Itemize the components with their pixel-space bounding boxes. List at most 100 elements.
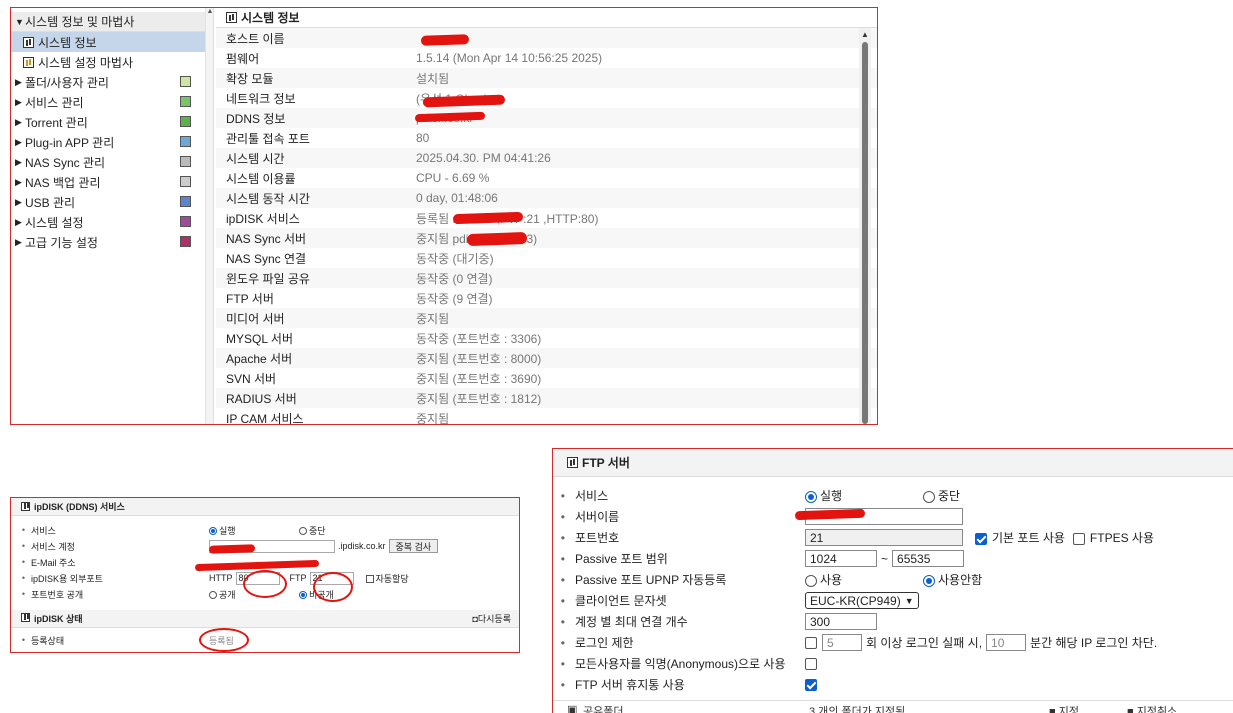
radio-off-icon <box>805 574 817 587</box>
info-row: 관리툴 접속 포트 80 <box>216 128 877 148</box>
info-value: 2025.04.30. PM 04:41:26 <box>416 151 551 165</box>
info-key: 시스템 동작 시간 <box>226 191 310 206</box>
info-key: SVN 서버 <box>226 371 277 386</box>
system-info-panel: 시스템 정보 호스트 이름 펌웨어 1.5.14 (Mon Apr 14 10:56… <box>216 8 877 424</box>
info-row: 호스트 이름 <box>216 28 877 48</box>
login-block-input[interactable]: 10 <box>986 634 1027 651</box>
ipdisk-service-row: • 서비스 실행 중단 <box>21 524 326 537</box>
sidebar-item-nas-backup[interactable]: ▶ NAS 백업 관리 <box>11 172 205 192</box>
ftp-server-window: FTP 서버 • 서비스 실행 중단 • 서버이름 • 포트번호 21 기본 포… <box>552 448 1233 713</box>
sidebar-item-system-info[interactable]: 시스템 정보 <box>11 32 205 52</box>
info-key: 호스트 이름 <box>226 31 285 46</box>
sidebar-splitter[interactable]: ▲ <box>206 8 214 424</box>
sidebar: ▼ 시스템 정보 및 마법사 시스템 정보 시스템 설정 마법사 ▶ 폴더/사용… <box>11 8 206 424</box>
sidebar-item-system-info-wizard[interactable]: ▼ 시스템 정보 및 마법사 <box>11 12 205 32</box>
sidebar-item-nas-sync[interactable]: ▶ NAS Sync 관리 <box>11 152 205 172</box>
trash-checkbox[interactable] <box>805 678 817 691</box>
info-row: 확장 모듈 설치됨 <box>216 68 877 88</box>
auto-assign-checkbox[interactable]: 자동할당 <box>365 572 409 585</box>
info-key: 시스템 시간 <box>226 151 285 166</box>
sidebar-item-service[interactable]: ▶ 서비스 관리 <box>11 92 205 112</box>
scroll-up-icon[interactable]: ▲ <box>206 8 214 18</box>
ftp-servername-row: • 서버이름 <box>553 506 1233 527</box>
ftp-title: FTP 서버 <box>553 449 1233 477</box>
info-key: 펌웨어 <box>226 51 260 66</box>
charset-select[interactable]: EUC-KR(CP949) ▼ <box>805 592 919 609</box>
ftp-anon-row: • 모든사용자를 익명(Anonymous)으로 사용 <box>553 653 1233 674</box>
scroll-up-icon[interactable]: ▲ <box>859 28 871 42</box>
info-value: 1.5.14 (Mon Apr 14 10:56:25 2025) <box>416 51 603 65</box>
info-value: CPU - 6.69 % <box>416 171 490 185</box>
info-value: 동작중 (포트번호 : 3306) <box>416 331 542 346</box>
upnp-nouse-radio[interactable]: 사용안함 <box>923 571 982 588</box>
sidebar-item-system-settings[interactable]: ▶ 시스템 설정 <box>11 212 205 232</box>
ftp-loginlimit-row: • 로그인 제한 5 회 이상 로그인 실패 시, 10 분간 해당 IP 로그… <box>560 634 1158 651</box>
max-conn-input[interactable]: 300 <box>805 613 877 630</box>
ftp-stop-radio[interactable]: 중단 <box>923 487 960 504</box>
default-port-checkbox[interactable]: 기본 포트 사용 <box>975 529 1065 546</box>
triangle-right-icon: ▶ <box>15 196 22 207</box>
info-value: 중지됨 (포트번호 : 8000) <box>416 351 542 366</box>
info-row: DDNS 정보pdisk.co.kr <box>216 108 877 128</box>
anon-checkbox[interactable] <box>805 657 817 670</box>
checkbox-checked-icon <box>975 532 987 545</box>
checkbox-icon <box>365 575 374 584</box>
service-stop-radio[interactable]: 중단 <box>299 524 326 537</box>
dup-check-button[interactable]: 중복 검사 <box>388 539 439 553</box>
ftp-port-row: • 포트번호 21 기본 포트 사용 FTPES 사용 <box>560 529 1155 546</box>
folder-icon: ▣ <box>567 704 578 713</box>
sidebar-item-plugin-app[interactable]: ▶ Plug-in APP 관리 <box>11 132 205 152</box>
ipdisk-title: ipDISK (DDNS) 서비스 <box>11 498 519 516</box>
info-key: RADIUS 서버 <box>226 391 297 406</box>
annotation-circle <box>243 570 287 598</box>
triangle-right-icon: ▶ <box>15 96 22 107</box>
login-fail-input[interactable]: 5 <box>822 634 862 651</box>
ftp-run-radio[interactable]: 실행 <box>805 487 923 504</box>
info-row: 시스템 시간 2025.04.30. PM 04:41:26 <box>216 148 877 168</box>
sidebar-item-setup-wizard[interactable]: 시스템 설정 마법사 <box>11 52 205 72</box>
scrollbar-thumb[interactable] <box>862 42 868 424</box>
sidebar-item-folder-user[interactable]: ▶ 폴더/사용자 관리 <box>11 72 205 92</box>
ipdisk-status-title: ipDISK 상태 ◘다시등록 <box>11 610 519 628</box>
info-key: 네트워크 정보 <box>226 91 296 106</box>
system-info-window: ▼ 시스템 정보 및 마법사 시스템 정보 시스템 설정 마법사 ▶ 폴더/사용… <box>10 7 878 425</box>
unassign-button[interactable]: ■ 지정취소 <box>1127 703 1177 713</box>
ftp-service-row: • 서비스 실행 중단 <box>560 487 961 504</box>
sidebar-item-advanced[interactable]: ▶ 고급 기능 설정 <box>11 232 205 252</box>
radio-on-icon <box>209 527 217 536</box>
reregister-button[interactable]: ◘다시등록 <box>472 612 511 625</box>
info-table: 호스트 이름펌웨어 1.5.14 (Mon Apr 14 10:56:25 202… <box>216 28 877 424</box>
vertical-scrollbar[interactable]: ▲ <box>859 28 871 424</box>
info-row: ipDISK 서비스등록됨 sk.co.kr ,FTP:21 ,HTTP:80) <box>216 208 877 228</box>
triangle-right-icon: ▶ <box>15 216 22 227</box>
annotation-circle <box>313 572 353 602</box>
sidebar-item-usb[interactable]: ▶ USB 관리 <box>11 192 205 212</box>
backup-icon <box>180 176 191 187</box>
info-value: 동작중 (9 연결) <box>416 291 493 306</box>
sidebar-item-torrent[interactable]: ▶ Torrent 관리 <box>11 112 205 132</box>
ftpes-checkbox[interactable]: FTPES 사용 <box>1072 529 1154 546</box>
ftp-charset-row: • 클라이언트 문자셋 EUC-KR(CP949) ▼ <box>553 590 1233 611</box>
info-value: 80 <box>416 131 430 145</box>
login-limit-checkbox[interactable] <box>805 636 817 649</box>
redaction-mark <box>208 544 256 554</box>
advanced-icon <box>180 236 191 247</box>
ftp-upnp-row: • Passive 포트 UPNP 자동등록 사용 사용안함 <box>560 571 983 588</box>
ftp-passive-row: • Passive 포트 범위 1024 ~ 65535 <box>553 548 1233 569</box>
passive-from-input[interactable]: 1024 <box>805 550 877 567</box>
info-value: 중지됨 <box>416 311 450 326</box>
info-row: 미디어 서버 중지됨 <box>216 308 877 328</box>
chart-icon <box>23 36 34 48</box>
info-key: NAS Sync 서버 <box>226 231 307 246</box>
info-key: 관리툴 접속 포트 <box>226 131 310 146</box>
upnp-use-radio[interactable]: 사용 <box>805 571 923 588</box>
port-input[interactable]: 21 <box>805 529 963 546</box>
chevron-down-icon: ▼ <box>904 595 914 606</box>
triangle-down-icon: ▼ <box>15 16 24 27</box>
ipdisk-account-row: • 서비스 계정 .ipdisk.co.kr 중복 검사 <box>11 538 519 554</box>
service-run-radio[interactable]: 실행 <box>209 524 299 537</box>
info-value: 중지됨 (포트번호 : 3690) <box>416 371 542 386</box>
triangle-right-icon: ▶ <box>15 136 22 147</box>
assign-button[interactable]: ■ 지정 <box>1049 703 1079 713</box>
passive-to-input[interactable]: 65535 <box>892 550 965 567</box>
